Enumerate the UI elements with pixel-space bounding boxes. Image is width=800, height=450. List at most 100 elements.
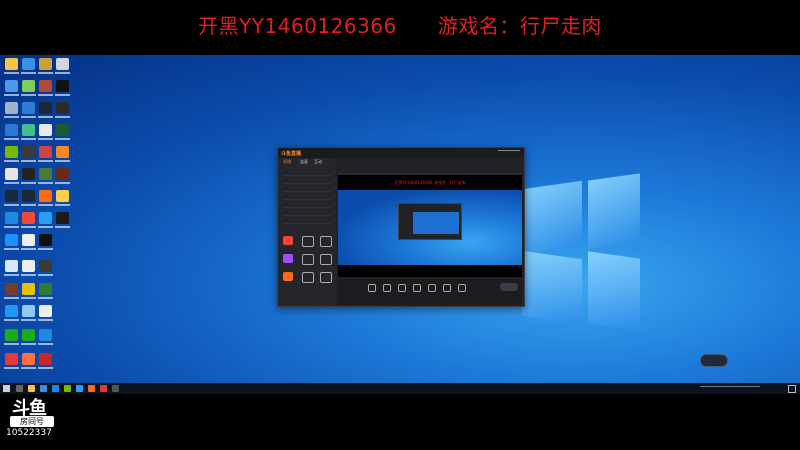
scene-row[interactable]: [283, 186, 331, 192]
desktop-icon[interactable]: [20, 283, 37, 303]
desktop-icon[interactable]: [37, 58, 54, 78]
taskbar-app-icon[interactable]: [76, 385, 83, 392]
desktop-icon[interactable]: [20, 168, 37, 188]
desktop-icon[interactable]: [20, 124, 37, 144]
desktop-icon[interactable]: [3, 305, 20, 325]
desktop-icon[interactable]: [54, 80, 71, 100]
desktop-icon[interactable]: [54, 212, 71, 232]
tray-icons[interactable]: [700, 386, 760, 392]
side-button[interactable]: [302, 236, 314, 247]
taskbar-app-icon[interactable]: [64, 385, 71, 392]
desktop-icon[interactable]: [20, 353, 37, 373]
desktop-icon[interactable]: [20, 58, 37, 78]
desktop-icon[interactable]: [37, 305, 54, 325]
desktop-icon[interactable]: [54, 190, 71, 210]
side-button[interactable]: [320, 254, 332, 265]
desktop-icon[interactable]: [20, 80, 37, 100]
notification-icon[interactable]: [788, 385, 796, 393]
desktop-icon[interactable]: [37, 329, 54, 349]
desktop-icon[interactable]: [3, 190, 20, 210]
side-button[interactable]: [283, 254, 293, 263]
taskbar-app-icon[interactable]: [52, 385, 59, 392]
desktop-icon[interactable]: [37, 168, 54, 188]
floating-widget[interactable]: [700, 354, 728, 367]
watermark-sublabel: 房间号: [10, 416, 54, 427]
side-button[interactable]: [302, 254, 314, 265]
side-button[interactable]: [283, 236, 293, 245]
desktop-icon[interactable]: [54, 58, 71, 78]
side-button[interactable]: [283, 272, 293, 281]
window-controls-icon[interactable]: [498, 150, 520, 156]
desktop-icon[interactable]: [37, 124, 54, 144]
desktop-icon[interactable]: [37, 190, 54, 210]
desktop-icon[interactable]: [3, 58, 20, 78]
side-tab[interactable]: 互动: [314, 159, 322, 165]
desktop-icon[interactable]: [37, 212, 54, 232]
desktop-icon[interactable]: [20, 329, 37, 349]
toolbar-tool-icon[interactable]: [413, 284, 421, 292]
taskbar-app-icon[interactable]: [16, 385, 23, 392]
toolbar-tool-icon[interactable]: [383, 284, 391, 292]
side-tab[interactable]: 直播: [283, 159, 291, 165]
side-button[interactable]: [320, 236, 332, 247]
capture-window-header: [338, 160, 522, 174]
side-button[interactable]: [320, 272, 332, 283]
side-button[interactable]: [302, 272, 314, 283]
desktop-icon[interactable]: [37, 260, 54, 280]
desktop-icon[interactable]: [3, 212, 20, 232]
desktop-icon[interactable]: [20, 102, 37, 122]
windows-logo-pane: [588, 251, 640, 331]
toolbar-tool-icon[interactable]: [443, 284, 451, 292]
toolbar-tool-icon[interactable]: [398, 284, 406, 292]
desktop-icon[interactable]: [3, 234, 20, 254]
desktop-icon[interactable]: [20, 146, 37, 166]
desktop-icon[interactable]: [54, 102, 71, 122]
capture-window[interactable]: 斗鱼直播 直播 连麦 互动 开黑YY1460126366 游戏名：行尸走肉: [277, 147, 525, 307]
desktop-icon[interactable]: [3, 283, 20, 303]
desktop-icon[interactable]: [3, 146, 20, 166]
taskbar-app-icon[interactable]: [28, 385, 35, 392]
start-live-button[interactable]: [500, 283, 518, 291]
douyu-watermark: 斗鱼 房间号 10522337: [6, 394, 70, 446]
desktop-icon[interactable]: [37, 283, 54, 303]
scene-row[interactable]: [283, 178, 331, 184]
taskbar-app-icon[interactable]: [88, 385, 95, 392]
desktop-icon[interactable]: [20, 212, 37, 232]
desktop-icon[interactable]: [20, 234, 37, 254]
taskbar-app-icon[interactable]: [112, 385, 119, 392]
start-menu-icon[interactable]: [3, 385, 10, 392]
scene-row[interactable]: [283, 202, 331, 208]
desktop-icon[interactable]: [3, 329, 20, 349]
preview-desktop: [338, 190, 522, 265]
desktop-icon[interactable]: [54, 168, 71, 188]
toolbar-tool-icon[interactable]: [428, 284, 436, 292]
scene-row[interactable]: [283, 210, 331, 216]
toolbar-tool-icon[interactable]: [458, 284, 466, 292]
desktop-icon[interactable]: [3, 80, 20, 100]
taskbar: [0, 383, 800, 394]
desktop-icon[interactable]: [37, 146, 54, 166]
desktop-icon[interactable]: [3, 102, 20, 122]
desktop-icon[interactable]: [3, 353, 20, 373]
windows-logo-pane: [588, 173, 640, 249]
scene-row[interactable]: [283, 170, 331, 176]
desktop-icon[interactable]: [54, 124, 71, 144]
side-tab[interactable]: 连麦: [300, 159, 308, 165]
desktop-icon[interactable]: [3, 168, 20, 188]
desktop-icon[interactable]: [20, 260, 37, 280]
desktop-icon[interactable]: [37, 80, 54, 100]
desktop-icon[interactable]: [37, 353, 54, 373]
taskbar-app-icon[interactable]: [40, 385, 47, 392]
desktop-icon[interactable]: [37, 234, 54, 254]
desktop-icon[interactable]: [20, 190, 37, 210]
desktop-icon[interactable]: [3, 124, 20, 144]
scene-row[interactable]: [283, 194, 331, 200]
desktop-icon[interactable]: [3, 260, 20, 280]
toolbar-tool-icon[interactable]: [368, 284, 376, 292]
desktop-icon[interactable]: [54, 146, 71, 166]
scene-row[interactable]: [283, 218, 331, 224]
taskbar-app-icon[interactable]: [100, 385, 107, 392]
capture-window-toolbar: [338, 279, 522, 305]
desktop-icon[interactable]: [37, 102, 54, 122]
desktop-icon[interactable]: [20, 305, 37, 325]
